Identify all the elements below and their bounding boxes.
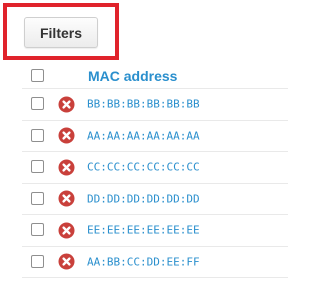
mac-address-link[interactable]: DD:DD:DD:DD:DD:DD [87,192,200,205]
mac-address-table: MAC address BB:BB:BB:BB:BB:BB AA:AA:AA:A… [22,63,288,278]
row-checkbox[interactable] [31,191,44,205]
table-row: EE:EE:EE:EE:EE:EE [22,215,288,247]
mac-address-link[interactable]: AA:AA:AA:AA:AA:AA [87,129,200,142]
column-header-mac-address[interactable]: MAC address [88,68,177,84]
row-checkbox[interactable] [31,254,44,268]
delete-icon[interactable] [58,159,75,176]
table-row: DD:DD:DD:DD:DD:DD [22,184,288,215]
table-row: BB:BB:BB:BB:BB:BB [22,89,288,121]
row-checkbox[interactable] [31,223,44,237]
mac-address-link[interactable]: AA:BB:CC:DD:EE:FF [87,255,200,268]
delete-icon[interactable] [58,222,75,239]
filters-button[interactable]: Filters [24,17,98,48]
delete-icon[interactable] [58,96,75,113]
page: Filters MAC address BB:BB:BB:BB:BB:BB AA… [0,0,288,297]
mac-address-link[interactable]: BB:BB:BB:BB:BB:BB [87,98,200,111]
row-checkbox[interactable] [31,160,44,174]
mac-address-link[interactable]: CC:CC:CC:CC:CC:CC [87,161,200,174]
table-row: AA:BB:CC:DD:EE:FF [22,247,288,278]
delete-icon[interactable] [58,127,75,144]
mac-address-link[interactable]: EE:EE:EE:EE:EE:EE [87,224,200,237]
table-header-row: MAC address [22,63,288,89]
row-checkbox[interactable] [31,128,44,142]
select-all-checkbox[interactable] [31,68,44,82]
row-checkbox[interactable] [31,97,44,111]
delete-icon[interactable] [58,253,75,270]
delete-icon[interactable] [58,190,75,207]
table-row: AA:AA:AA:AA:AA:AA [22,121,288,152]
table-row: CC:CC:CC:CC:CC:CC [22,152,288,184]
